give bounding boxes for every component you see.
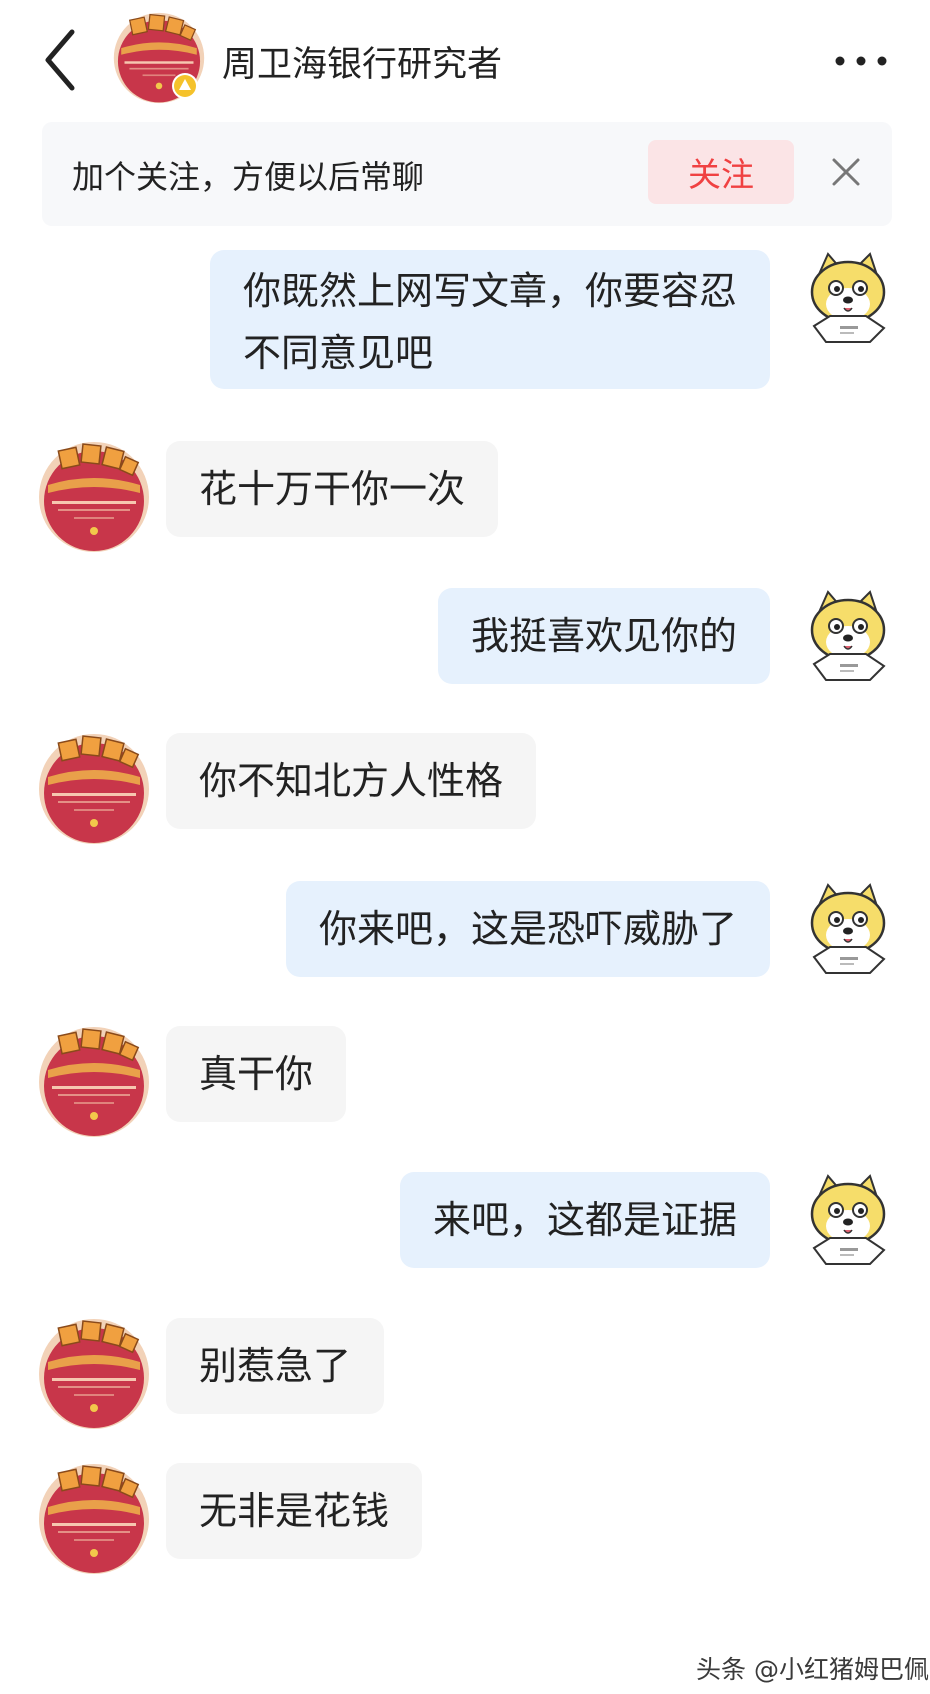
back-button[interactable] [38,24,90,96]
my-message-bubble[interactable]: 来吧，这都是证据 [399,1172,770,1268]
contact-avatar[interactable] [38,1318,150,1430]
my-message-bubble[interactable]: 你来吧，这是恐吓威胁了 [285,881,770,977]
contact-avatar[interactable] [113,12,205,104]
more-dots-icon [835,56,887,66]
my-message-bubble[interactable]: 你既然上网写文章，你要容忍 不同意见吧 [209,250,770,389]
follow-prompt-text: 加个关注，方便以后常聊 [72,158,425,196]
their-message-bubble[interactable]: 你不知北方人性格 [166,733,537,829]
chat-header: 周卫海银行研究者 [0,0,930,115]
their-message-bubble[interactable]: 花十万干你一次 [166,441,499,537]
their-message-bubble[interactable]: 真干你 [166,1026,347,1122]
page-title: 周卫海银行研究者 [222,45,503,85]
chevron-left-icon [45,29,75,91]
my-avatar[interactable] [800,881,896,977]
my-avatar[interactable] [800,250,896,346]
contact-avatar[interactable] [38,733,150,845]
contact-avatar[interactable] [38,1026,150,1138]
follow-button[interactable]: 关注 [648,140,794,204]
message-line: 不同意见吧 [242,331,433,375]
their-message-bubble[interactable]: 无非是花钱 [166,1463,423,1559]
close-icon [832,158,860,186]
watermark: 头条 @小红猪姆巴佩 [696,1655,929,1684]
my-avatar[interactable] [800,1172,896,1268]
message-line: 你既然上网写文章，你要容忍 [242,269,737,313]
their-message-bubble[interactable]: 别惹急了 [166,1318,385,1414]
close-button[interactable] [824,150,868,194]
contact-avatar[interactable] [38,1463,150,1575]
follow-prompt-bar: 加个关注，方便以后常聊 关注 [42,122,892,226]
my-avatar[interactable] [800,588,896,684]
more-button[interactable] [830,50,892,72]
my-message-bubble[interactable]: 我挺喜欢见你的 [437,588,770,684]
contact-avatar[interactable] [38,441,150,553]
